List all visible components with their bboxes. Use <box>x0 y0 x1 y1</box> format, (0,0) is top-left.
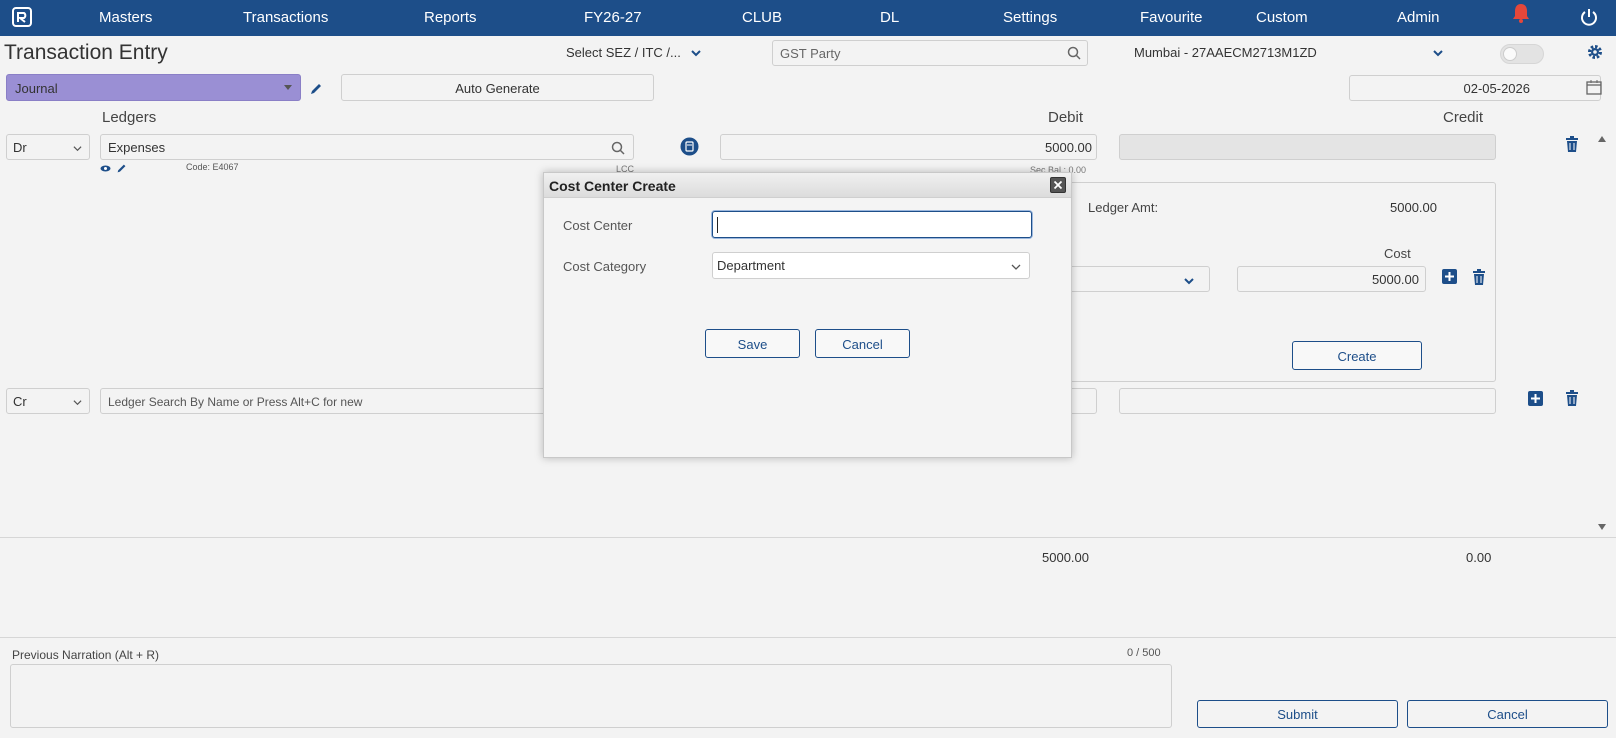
nav-club[interactable]: CLUB <box>742 9 782 26</box>
app-logo-icon[interactable] <box>12 7 32 27</box>
nav-custom[interactable]: Custom <box>1256 9 1308 26</box>
calculator-icon[interactable] <box>680 137 699 156</box>
page-title: Transaction Entry <box>4 41 168 64</box>
nav-favourite[interactable]: Favourite <box>1140 9 1203 26</box>
sez-select[interactable]: Select SEZ / ITC /... <box>566 45 681 60</box>
nav-transactions[interactable]: Transactions <box>243 9 328 26</box>
divider <box>0 537 1616 538</box>
debit-header: Debit <box>1048 109 1084 126</box>
plus-square-icon[interactable] <box>1442 269 1457 284</box>
chevron-down-icon <box>1184 278 1194 285</box>
search-icon[interactable] <box>611 141 625 155</box>
gst-party-placeholder: GST Party <box>780 46 841 61</box>
debit-input[interactable]: 5000.00 <box>720 134 1097 160</box>
plus-square-icon[interactable] <box>1528 391 1543 406</box>
gear-icon[interactable] <box>1586 43 1604 61</box>
cancel-button[interactable]: Cancel <box>1407 700 1608 728</box>
cost-category-label: Cost Category <box>563 259 647 274</box>
total-credit: 0.00 <box>1466 550 1492 565</box>
scroll-down-icon[interactable] <box>1598 524 1606 530</box>
chevron-down-icon[interactable] <box>1432 47 1444 59</box>
text-cursor <box>717 217 718 233</box>
caret-down-icon <box>284 85 292 90</box>
chevron-down-icon[interactable] <box>690 47 702 59</box>
pencil-icon[interactable] <box>309 82 323 96</box>
cost-amount-input[interactable]: 5000.00 <box>1237 266 1426 292</box>
drcr-value: Cr <box>13 394 27 409</box>
cost-center-create-dialog: Cost Center Create Cost Center Cost Cate… <box>543 172 1072 458</box>
nav-settings[interactable]: Settings <box>1003 9 1057 26</box>
voucher-type-select[interactable]: Journal <box>6 74 301 101</box>
ledger-code: Code: E4067 <box>186 162 239 172</box>
previous-narration-label[interactable]: Previous Narration (Alt + R) <box>12 648 159 662</box>
voucher-date-input[interactable]: 02-05-2026 <box>1349 75 1601 101</box>
trash-icon[interactable] <box>1472 269 1486 285</box>
create-button[interactable]: Create <box>1292 341 1422 370</box>
branch-select[interactable]: Mumbai - 27AAECM2713M1ZD <box>1134 45 1317 60</box>
drcr-select[interactable]: Dr <box>6 134 90 160</box>
voucher-type-value: Journal <box>15 81 58 96</box>
pencil-icon[interactable] <box>116 163 127 174</box>
submit-button[interactable]: Submit <box>1197 700 1398 728</box>
total-debit: 5000.00 <box>1042 550 1089 565</box>
calendar-icon[interactable] <box>1586 79 1602 95</box>
search-icon[interactable] <box>1067 46 1081 60</box>
dialog-cancel-button[interactable]: Cancel <box>815 329 910 358</box>
cost-center-select[interactable] <box>1060 266 1210 292</box>
trash-icon[interactable] <box>1565 390 1579 406</box>
gst-party-input[interactable]: GST Party <box>772 40 1088 66</box>
nav-fy[interactable]: FY26-27 <box>584 9 642 26</box>
cost-center-input[interactable] <box>712 211 1032 238</box>
credit-input[interactable] <box>1119 388 1496 414</box>
ledger-amt-label: Ledger Amt: <box>1088 200 1159 215</box>
nav-dl[interactable]: DL <box>880 9 899 26</box>
credit-header: Credit <box>1443 109 1484 126</box>
cost-category-select[interactable]: Department <box>712 252 1030 279</box>
nav-reports[interactable]: Reports <box>424 9 477 26</box>
drcr-value: Dr <box>13 140 27 155</box>
save-button[interactable]: Save <box>705 329 800 358</box>
ledger-amt-value: 5000.00 <box>1390 200 1437 215</box>
divider <box>0 637 1616 638</box>
eye-icon[interactable] <box>100 163 111 174</box>
power-icon[interactable] <box>1580 8 1598 26</box>
nav-masters[interactable]: Masters <box>99 9 152 26</box>
trash-icon[interactable] <box>1565 136 1579 152</box>
narration-counter: 0 / 500 <box>1127 647 1161 659</box>
ledgers-header: Ledgers <box>102 109 157 126</box>
scroll-up-icon[interactable] <box>1598 136 1606 142</box>
chevron-down-icon <box>1011 264 1021 270</box>
cost-label: Cost <box>1384 246 1411 261</box>
bell-icon[interactable] <box>1510 2 1532 24</box>
cost-center-label: Cost Center <box>563 218 633 233</box>
ledger-input[interactable]: Expenses <box>100 134 634 160</box>
chevron-down-icon <box>73 146 82 152</box>
ledger-value: Expenses <box>108 140 166 155</box>
dialog-title-bar[interactable]: Cost Center Create <box>544 173 1071 198</box>
narration-textarea[interactable] <box>10 664 1172 728</box>
top-nav-bar: Masters Transactions Reports FY26-27 CLU… <box>0 0 1616 36</box>
dialog-title: Cost Center Create <box>549 178 676 194</box>
nav-admin[interactable]: Admin <box>1397 9 1440 26</box>
toggle-switch[interactable] <box>1500 44 1544 64</box>
ledger-search-input[interactable]: Ledger Search By Name or Press Alt+C for… <box>100 388 560 414</box>
chevron-down-icon <box>73 400 82 406</box>
drcr-select[interactable]: Cr <box>6 388 90 414</box>
credit-input[interactable] <box>1119 134 1496 160</box>
close-icon[interactable] <box>1050 177 1066 193</box>
cost-category-value: Department <box>717 258 785 273</box>
auto-generate-field[interactable]: Auto Generate <box>341 74 654 101</box>
